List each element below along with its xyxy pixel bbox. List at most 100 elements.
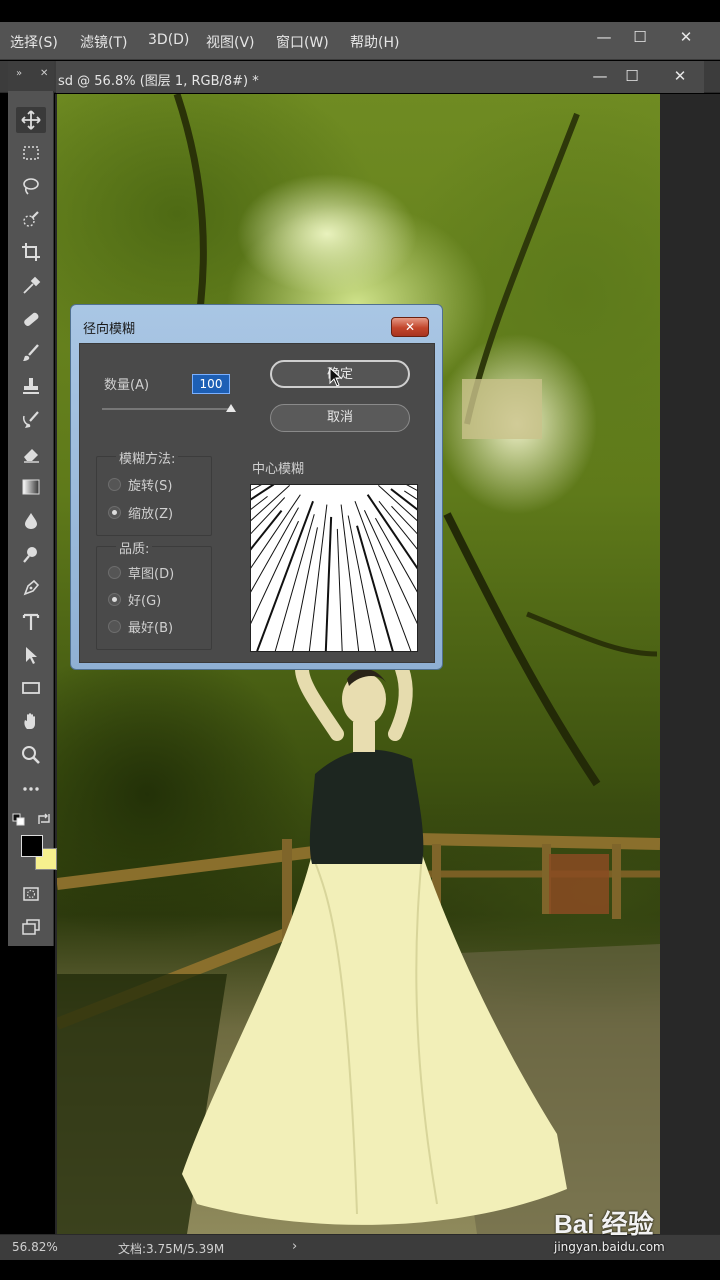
marquee-tool[interactable]	[16, 140, 46, 166]
default-colors-icon[interactable]	[12, 813, 26, 827]
doc-minimize-button[interactable]: —	[584, 65, 616, 87]
app-restore-button[interactable]: ☐	[624, 26, 656, 48]
ellipsis-icon	[23, 787, 39, 791]
dialog-close-button[interactable]: ✕	[391, 317, 429, 337]
dodge-tool[interactable]	[16, 541, 46, 567]
menu-view[interactable]: 视图(V)	[206, 32, 255, 52]
gradient-tool[interactable]	[16, 474, 46, 500]
doc-restore-button[interactable]: ☐	[616, 65, 648, 87]
draft-radio[interactable]	[108, 566, 121, 579]
spin-radio[interactable]	[108, 478, 121, 491]
radial-blur-dialog: 径向模糊 ✕ 数量(A) 100 确定 取消 模糊方法: 旋转(S) 缩放(Z)…	[70, 304, 547, 670]
menu-3d[interactable]: 3D(D)	[148, 32, 189, 48]
magnifier-icon	[22, 746, 40, 764]
collapse-icon[interactable]: »	[16, 68, 22, 79]
hand-tool[interactable]	[16, 708, 46, 734]
mouse-cursor-icon	[329, 366, 343, 391]
pen-icon	[23, 579, 40, 596]
healing-brush-tool[interactable]	[16, 306, 46, 332]
blur-method-group	[96, 456, 212, 536]
draft-label[interactable]: 草图(D)	[128, 563, 174, 582]
menu-window[interactable]: 窗口(W)	[276, 32, 329, 52]
watermark-logo-text: Bai 经验	[554, 1209, 654, 1239]
blur-tool[interactable]	[16, 508, 46, 534]
quick-select-tool[interactable]	[16, 206, 46, 232]
arrow-pointer-icon	[26, 647, 37, 664]
bandage-icon	[24, 312, 39, 326]
move-tool[interactable]	[16, 107, 46, 133]
zoom-blur-preview-graphic	[121, 459, 547, 665]
good-label[interactable]: 好(G)	[128, 590, 161, 609]
rectangle-icon	[22, 682, 40, 694]
menu-bar: 选择(S) 滤镜(T) 3D(D) 视图(V) 窗口(W) 帮助(H) — ☐ …	[0, 22, 720, 60]
zoom-tool[interactable]	[16, 742, 46, 768]
blur-center-label: 中心模糊	[252, 462, 305, 477]
drop-icon	[25, 513, 37, 529]
crop-icon	[22, 243, 40, 261]
top-black-bar	[0, 0, 720, 22]
panel-close-icon[interactable]: ✕	[40, 68, 48, 79]
history-brush-tool[interactable]	[16, 407, 46, 433]
document-tab-bar: sd @ 56.8% (图层 1, RGB/8#) * — ☐ ✕	[0, 61, 720, 93]
swap-colors-icon[interactable]	[36, 811, 52, 827]
zoom-level[interactable]: 56.82%	[12, 1240, 58, 1254]
amount-slider-track[interactable]	[102, 408, 232, 410]
blur-center-preview[interactable]	[121, 459, 547, 665]
crop-tool[interactable]	[16, 239, 46, 265]
zoom-radio[interactable]	[108, 506, 121, 519]
tools-panel: » ✕	[8, 61, 57, 946]
menu-select[interactable]: 选择(S)	[10, 32, 58, 52]
cancel-button[interactable]: 取消	[270, 404, 410, 432]
path-selection-tool[interactable]	[16, 642, 46, 668]
menu-help[interactable]: 帮助(H)	[350, 32, 399, 52]
quick-mask-icon	[23, 887, 39, 901]
rectangle-tool[interactable]	[16, 675, 46, 701]
dodge-icon	[23, 547, 37, 563]
best-label[interactable]: 最好(B)	[128, 617, 173, 636]
gradient-icon	[22, 479, 40, 495]
eyedropper-icon	[23, 276, 41, 294]
lasso-icon	[23, 178, 39, 195]
foreground-color-swatch[interactable]	[21, 835, 43, 857]
amount-input[interactable]: 100	[192, 374, 230, 394]
document-title: sd @ 56.8% (图层 1, RGB/8#) *	[58, 74, 259, 89]
watermark-url: jingyan.baidu.com	[554, 1240, 665, 1254]
quick-select-icon	[23, 211, 39, 227]
tools-panel-header: » ✕	[8, 61, 54, 91]
screen-mode-button[interactable]	[16, 914, 46, 940]
type-tool[interactable]	[16, 609, 46, 635]
pen-tool[interactable]	[16, 575, 46, 601]
doc-close-button[interactable]: ✕	[664, 65, 696, 87]
status-menu-arrow[interactable]: ›	[292, 1239, 297, 1254]
more-tools[interactable]	[16, 776, 46, 802]
quick-mask-button[interactable]	[16, 881, 46, 907]
bottom-black-bar	[0, 1260, 720, 1280]
eraser-tool[interactable]	[16, 441, 46, 467]
move-icon	[21, 110, 41, 130]
amount-slider-thumb[interactable]	[226, 404, 236, 412]
app-close-button[interactable]: ✕	[670, 26, 702, 48]
brush-tool[interactable]	[16, 340, 46, 366]
quality-label: 品质:	[116, 538, 153, 557]
document-size: 文档:3.75M/5.39M	[118, 1242, 225, 1256]
stamp-icon	[23, 378, 39, 394]
spin-label[interactable]: 旋转(S)	[128, 475, 172, 494]
eyedropper-tool[interactable]	[16, 273, 46, 299]
close-icon: ✕	[404, 320, 416, 334]
blur-method-label: 模糊方法:	[116, 448, 179, 467]
baidu-watermark: Bai 经验 jingyan.baidu.com	[548, 1196, 713, 1260]
best-radio[interactable]	[108, 620, 121, 633]
amount-label: 数量(A)	[104, 378, 150, 393]
zoom-label[interactable]: 缩放(Z)	[128, 503, 173, 522]
menu-filter[interactable]: 滤镜(T)	[80, 32, 127, 52]
stamp-tool[interactable]	[16, 373, 46, 399]
lasso-tool[interactable]	[16, 173, 46, 199]
dialog-body: 数量(A) 100 确定 取消 模糊方法: 旋转(S) 缩放(Z) 品质: 草图…	[79, 343, 547, 665]
eraser-icon	[24, 449, 39, 463]
good-radio[interactable]	[108, 593, 121, 606]
app-minimize-button[interactable]: —	[588, 26, 620, 48]
marquee-icon	[23, 146, 39, 160]
type-icon	[22, 613, 40, 630]
dialog-title: 径向模糊	[83, 322, 136, 337]
brush-icon	[23, 344, 39, 361]
